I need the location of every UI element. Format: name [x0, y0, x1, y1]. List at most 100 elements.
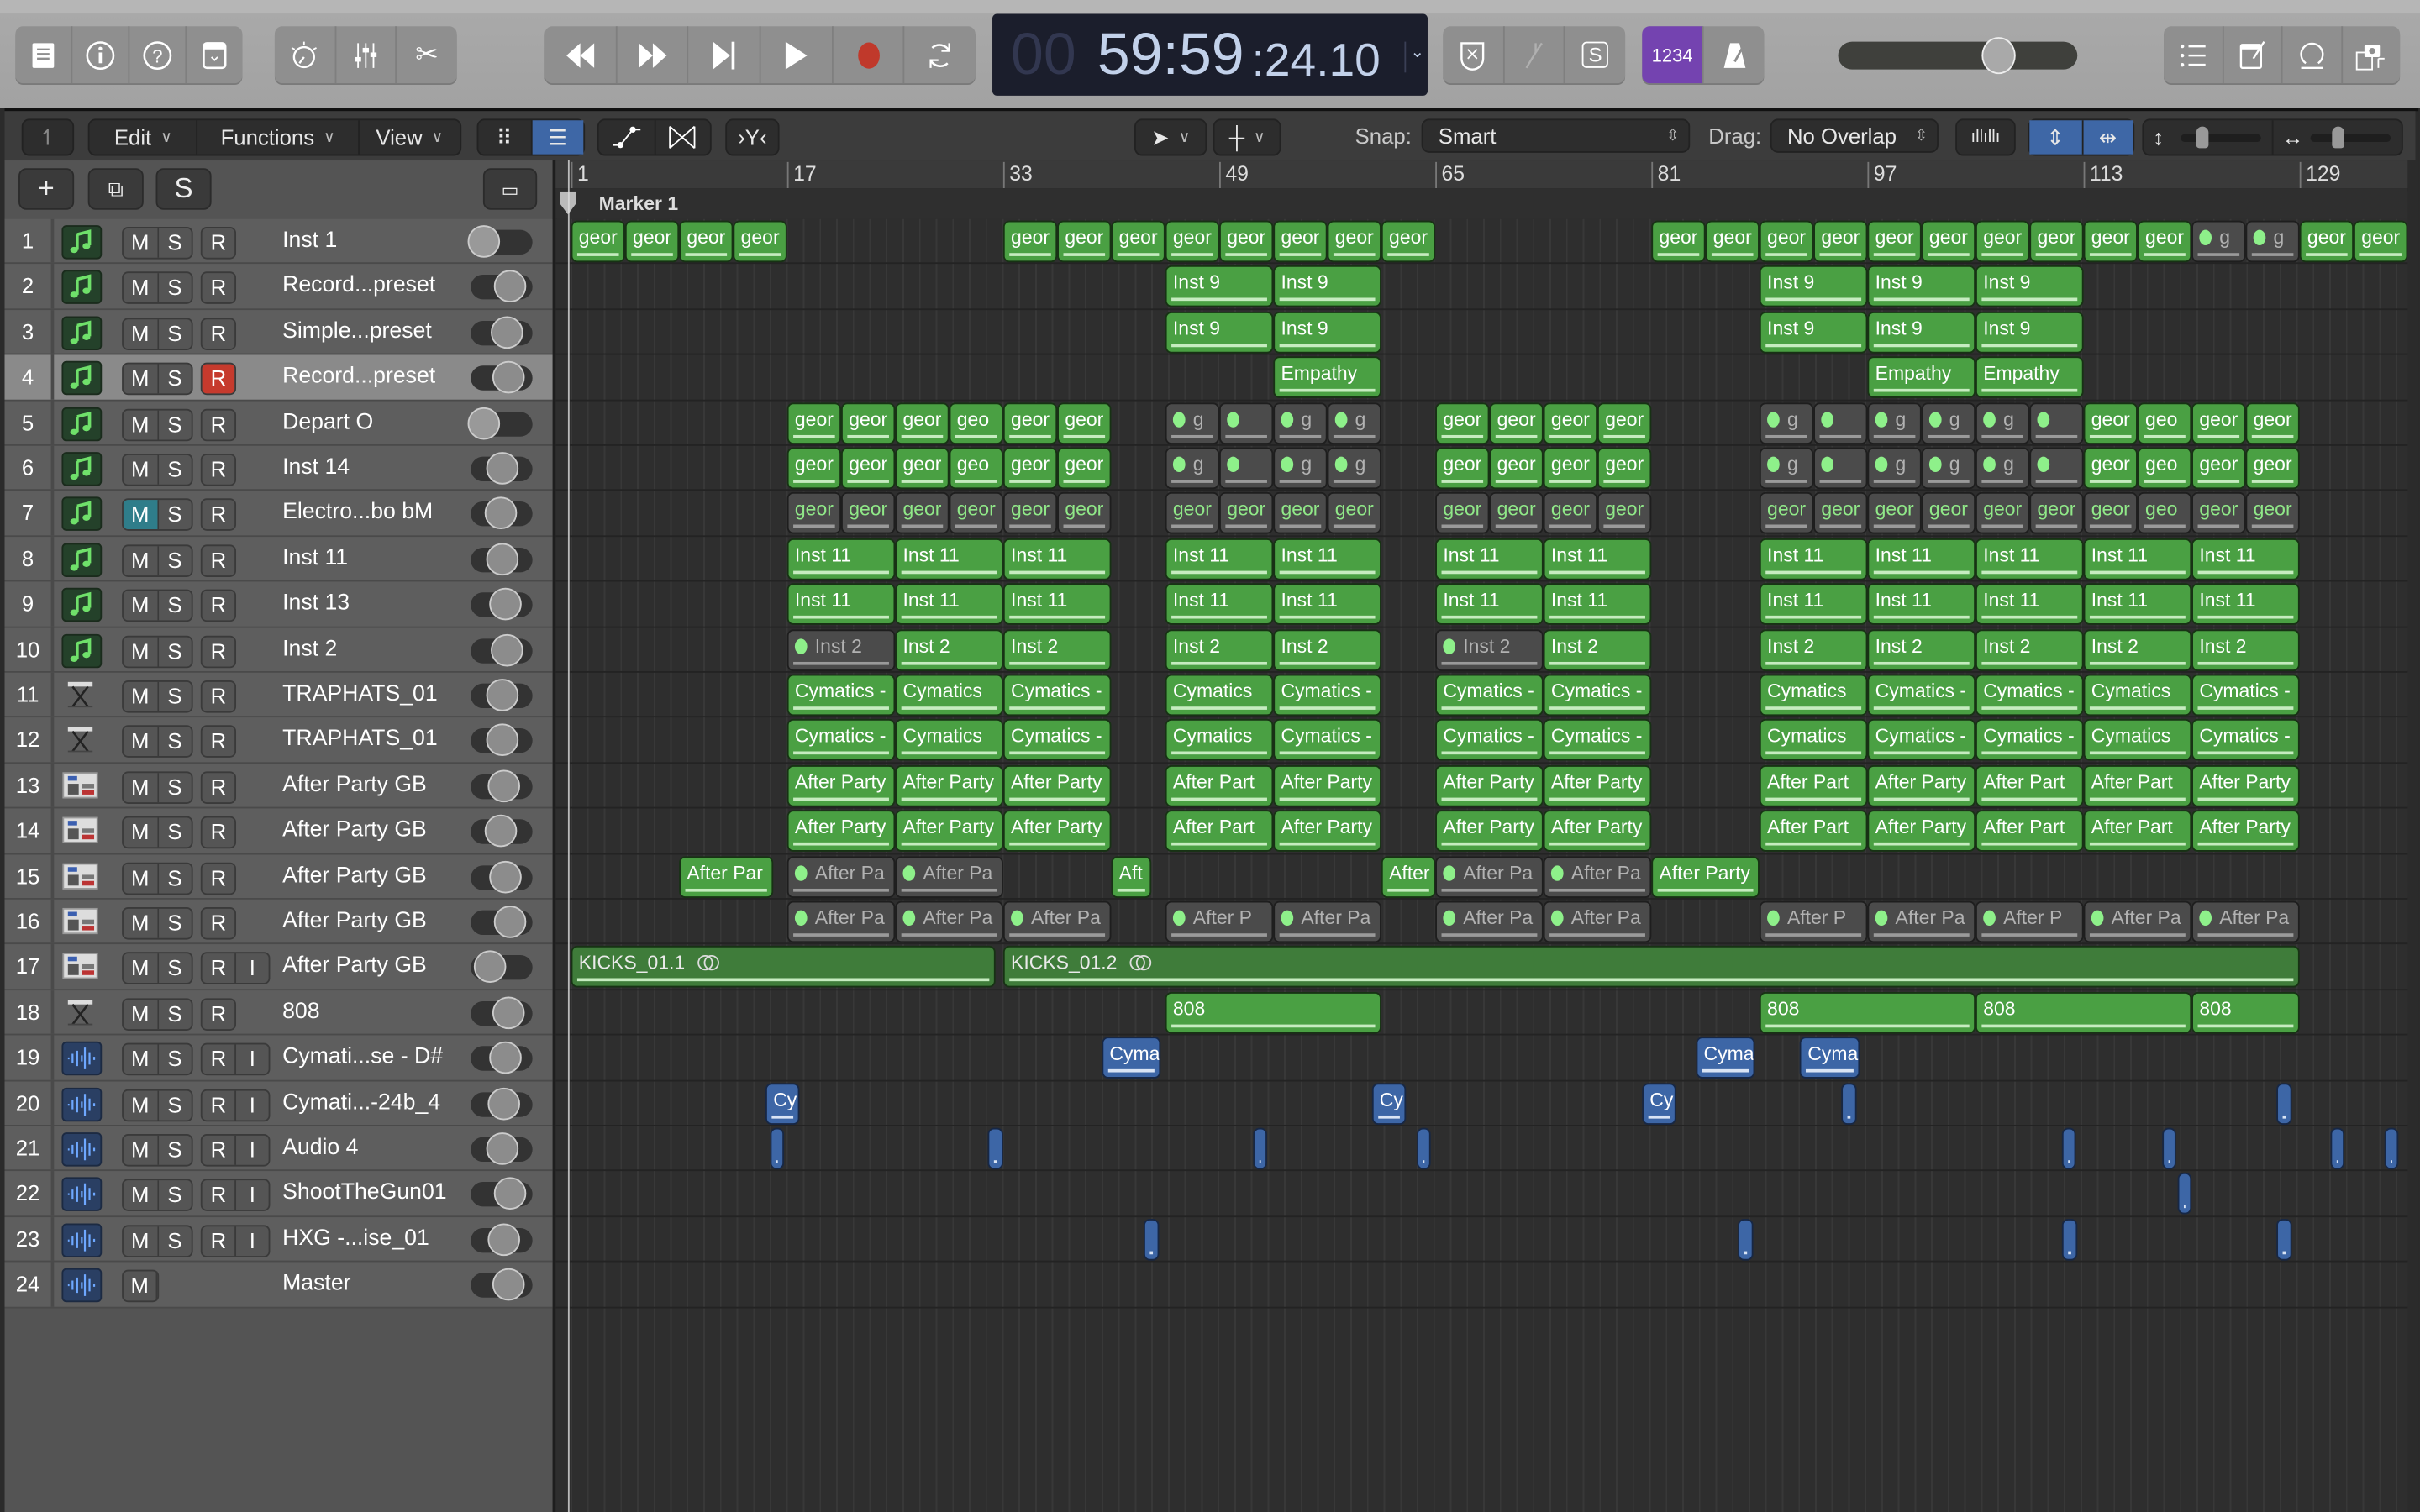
record-enable-button[interactable]: R — [203, 1045, 235, 1074]
audio-region[interactable] — [1253, 1127, 1267, 1170]
mute-button[interactable]: M — [124, 681, 159, 711]
midi-region[interactable]: After P — [1165, 900, 1273, 943]
solo-button[interactable]: S — [158, 501, 191, 530]
midi-region[interactable]: Cymatics - — [1867, 719, 1975, 762]
waveform-zoom-icon[interactable]: ıllıllı — [1955, 118, 2016, 156]
audio-region[interactable]: Cy — [1371, 1082, 1407, 1125]
slider-knob[interactable] — [467, 407, 501, 439]
record-enable-button[interactable]: R — [203, 591, 235, 621]
record-enable-button[interactable]: R — [203, 1090, 235, 1120]
track-level-slider[interactable] — [471, 270, 533, 303]
midi-region[interactable]: geor — [1273, 492, 1327, 535]
midi-region[interactable]: geor — [2245, 447, 2299, 490]
record-enable-button[interactable]: R — [203, 228, 235, 258]
track-header[interactable]: 6 M S R Inst 14 — [4, 445, 553, 491]
midi-region[interactable]: geor — [2137, 220, 2191, 263]
record-enable-button[interactable]: R — [203, 909, 235, 938]
midi-region[interactable]: Cymatics - — [1975, 674, 2083, 717]
midi-region[interactable]: geor — [1813, 220, 1867, 263]
midi-region[interactable]: geor — [1759, 492, 1813, 535]
midi-region[interactable]: Cymatics - — [1543, 719, 1651, 762]
audio-region[interactable] — [988, 1127, 1002, 1170]
midi-region[interactable]: geor — [2083, 492, 2137, 535]
mute-button[interactable]: M — [124, 908, 159, 938]
midi-region[interactable]: Inst 11 — [1543, 583, 1651, 626]
track-name[interactable]: After Party GB — [282, 900, 427, 944]
playhead[interactable] — [567, 160, 570, 1512]
track-header[interactable]: 18 M S R 808 — [4, 990, 553, 1036]
track-header[interactable]: 9 M S R Inst 13 — [4, 581, 553, 627]
midi-region[interactable]: geor — [1057, 447, 1111, 490]
horizontal-zoom-slider[interactable]: ↔ — [2273, 120, 2402, 154]
audio-region[interactable]: Cyma — [1696, 1037, 1755, 1079]
midi-region[interactable]: Cymatics - — [786, 674, 895, 717]
note-pad-icon[interactable] — [2223, 26, 2283, 84]
midi-region[interactable]: Inst 11 — [1759, 583, 1867, 626]
midi-region[interactable]: g — [1327, 402, 1381, 444]
midi-region[interactable]: Inst 11 — [2083, 538, 2191, 580]
midi-region[interactable]: Inst 9 — [1273, 311, 1381, 354]
midi-region[interactable]: Cymatics - — [1273, 719, 1381, 762]
midi-region[interactable]: After Party — [786, 764, 895, 807]
track-header[interactable]: 19 M S R I Cymati...se - D# — [4, 1035, 553, 1081]
midi-region[interactable]: KICKS_01.2 — [1002, 946, 2299, 989]
track-level-slider[interactable] — [471, 1132, 533, 1165]
midi-region[interactable]: 808 — [1975, 991, 2191, 1034]
midi-region[interactable]: After Part — [1165, 810, 1273, 853]
midi-region[interactable]: Inst 11 — [895, 583, 1002, 626]
midi-region[interactable]: geor — [786, 402, 841, 444]
midi-region[interactable]: geor — [1002, 402, 1057, 444]
mixer-icon[interactable] — [336, 26, 397, 84]
midi-region[interactable]: geor — [895, 447, 949, 490]
solo-button[interactable]: S — [158, 1090, 191, 1120]
midi-region[interactable]: After Part — [2083, 764, 2191, 807]
midi-region[interactable]: After Pa — [1543, 900, 1651, 943]
list-editors-icon[interactable] — [2164, 26, 2223, 84]
slider-knob[interactable] — [488, 588, 522, 621]
midi-region[interactable]: geor — [2245, 492, 2299, 535]
track-header[interactable]: 14 M S R After Party GB — [4, 808, 553, 854]
midi-region[interactable]: Cymatics — [1165, 719, 1273, 762]
track-name[interactable]: Master — [282, 1263, 350, 1307]
track-header[interactable]: 7 M S R Electro...bo bM — [4, 491, 553, 537]
midi-region[interactable]: After Party — [1867, 810, 1975, 853]
track-level-slider[interactable] — [471, 996, 533, 1029]
track-header[interactable]: 24 M Master — [4, 1262, 553, 1308]
midi-region[interactable]: geor — [1435, 492, 1489, 535]
midi-region[interactable]: Inst 11 — [1867, 583, 1975, 626]
snap-select[interactable]: Smart ⇳ — [1421, 118, 1691, 153]
record-enable-button[interactable]: R — [203, 501, 235, 530]
midi-region[interactable]: geo — [2137, 492, 2191, 535]
midi-region[interactable]: Inst 11 — [2191, 538, 2299, 580]
midi-region[interactable]: Inst 11 — [786, 538, 895, 580]
midi-region[interactable]: geor — [1867, 492, 1921, 535]
midi-region[interactable]: After Pa — [895, 900, 1002, 943]
midi-region[interactable]: Inst 11 — [1165, 583, 1273, 626]
mute-button[interactable]: M — [123, 500, 159, 530]
mute-button[interactable]: M — [124, 545, 159, 575]
midi-region[interactable]: geor — [841, 402, 895, 444]
mute-button[interactable]: M — [124, 772, 159, 802]
track-name[interactable]: TRAPHATS_01 — [282, 673, 438, 717]
midi-region[interactable]: geor — [841, 447, 895, 490]
record-enable-button[interactable]: R — [203, 818, 235, 848]
midi-region[interactable]: Cymatics — [1759, 674, 1867, 717]
midi-region[interactable]: After Party — [2191, 810, 2299, 853]
solo-button[interactable]: S — [158, 773, 191, 802]
count-in-button[interactable]: 1234 — [1642, 26, 1704, 84]
midi-region[interactable]: Inst 11 — [1435, 538, 1543, 580]
metronome-icon[interactable] — [1704, 26, 1765, 83]
midi-region[interactable]: After Pa — [1867, 900, 1975, 943]
track-name[interactable]: Electro...bo bM — [282, 491, 433, 536]
solo-button[interactable]: S — [158, 909, 191, 938]
midi-region[interactable]: g — [1759, 447, 1813, 490]
solo-button[interactable]: S — [158, 319, 191, 349]
track-level-slider[interactable] — [471, 633, 533, 666]
midi-region[interactable]: geor — [2083, 402, 2137, 444]
track-level-slider[interactable] — [471, 724, 533, 757]
horizontal-zoom-thumb[interactable] — [2331, 126, 2344, 149]
midi-region[interactable]: After Part — [1759, 810, 1867, 853]
midi-region[interactable]: g — [1273, 402, 1327, 444]
vertical-zoom-thumb[interactable] — [2196, 126, 2209, 149]
midi-region[interactable]: Inst 2 — [1975, 628, 2083, 671]
